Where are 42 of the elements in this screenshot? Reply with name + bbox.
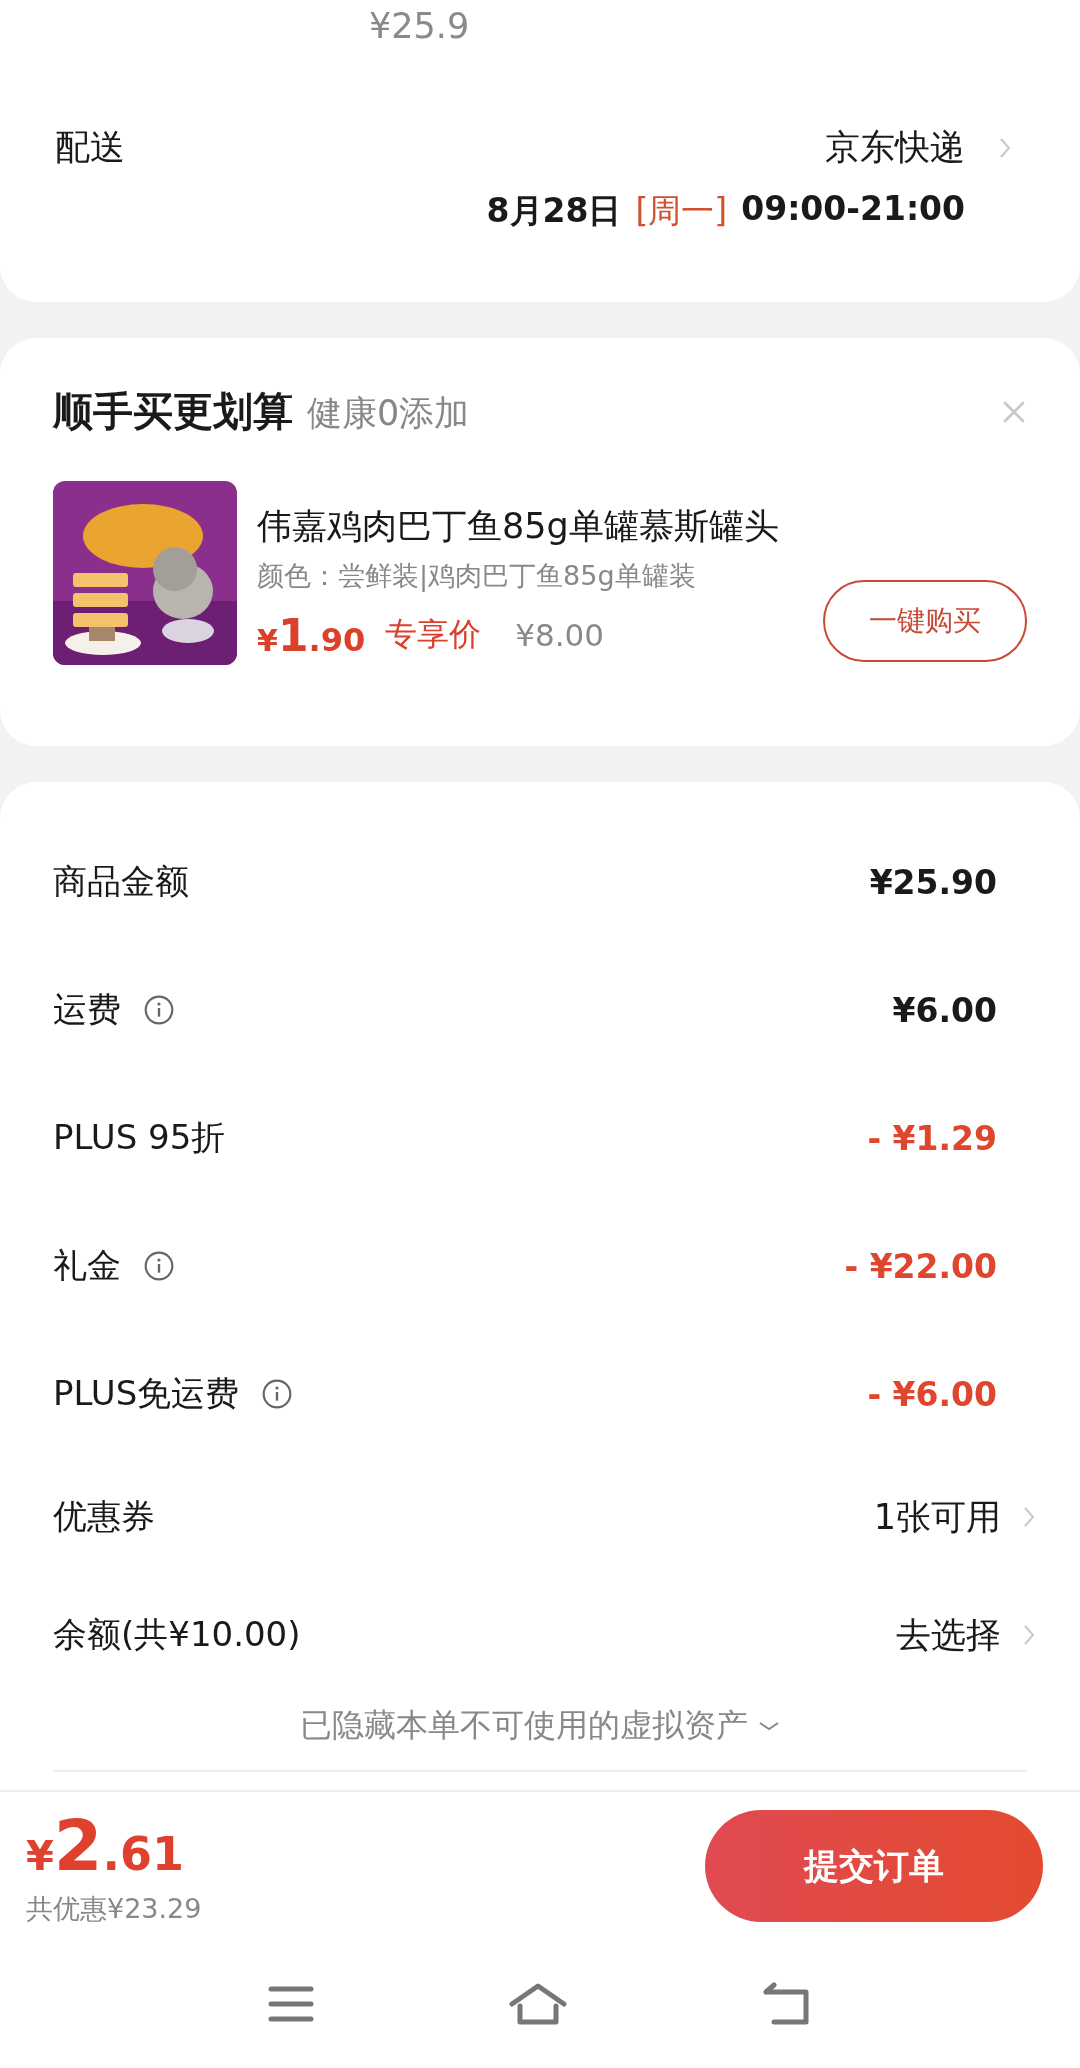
summary-value: ¥25.90 xyxy=(869,862,997,902)
buy-now-button[interactable]: 一键购买 xyxy=(823,580,1027,662)
summary-value[interactable]: 去选择 xyxy=(896,1611,1001,1659)
summary-label: 商品金额 xyxy=(53,860,189,903)
product-variant: 颜色：尝鲜装|鸡肉巴丁鱼85g单罐装 xyxy=(257,559,697,594)
summary-value: - ¥1.29 xyxy=(867,1118,997,1158)
info-icon[interactable] xyxy=(261,1378,294,1410)
chevron-right-icon xyxy=(1023,1624,1035,1646)
summary-label: 余额(共¥10.00) xyxy=(53,1613,301,1656)
back-icon[interactable] xyxy=(762,1982,812,2026)
chevron-right-icon xyxy=(999,136,1011,159)
section-subtitle: 健康0添加 xyxy=(307,392,470,435)
chevron-right-icon xyxy=(1023,1506,1035,1528)
summary-value: ¥6.00 xyxy=(892,990,997,1030)
summary-value: - ¥6.00 xyxy=(867,1374,997,1414)
summary-label: PLUS免运费 xyxy=(53,1372,240,1415)
total-savings: 共优惠¥23.29 xyxy=(26,1892,202,1926)
info-icon[interactable] xyxy=(143,994,175,1026)
price-tag: 专享价 xyxy=(385,613,482,657)
original-price: ¥8.00 xyxy=(515,617,604,653)
home-icon[interactable] xyxy=(508,1982,568,2026)
section-title: 顺手买更划算 xyxy=(53,387,293,436)
total-price: ¥2.61 xyxy=(26,1805,186,1887)
delivery-carrier[interactable]: 京东快递 xyxy=(825,124,965,171)
menu-icon[interactable] xyxy=(268,1984,314,2024)
product-price: ¥25.9 xyxy=(369,5,471,48)
summary-label: 优惠券 xyxy=(53,1495,155,1538)
delivery-time: 09:00-21:00 xyxy=(741,189,965,230)
summary-label: PLUS 95折 xyxy=(53,1116,226,1159)
delivery-date: 8月28日 xyxy=(486,190,622,232)
delivery-weekday: [周一] xyxy=(635,190,728,232)
summary-value[interactable]: 1张可用 xyxy=(873,1493,1001,1541)
submit-order-button[interactable]: 提交订单 xyxy=(705,1810,1043,1922)
hidden-assets-note[interactable]: 已隐藏本单不可使用的虚拟资产 xyxy=(300,1704,748,1748)
info-icon[interactable] xyxy=(143,1250,175,1282)
product-name[interactable]: 伟嘉鸡肉巴丁鱼85g单罐慕斯罐头 xyxy=(257,503,1027,550)
summary-label: 运费 xyxy=(53,988,121,1031)
chevron-down-icon xyxy=(758,1720,780,1732)
delivery-label: 配送 xyxy=(55,126,125,169)
summary-value: - ¥22.00 xyxy=(844,1246,997,1286)
special-price: ¥1.90 xyxy=(257,609,366,661)
summary-label: 礼金 xyxy=(53,1244,121,1287)
